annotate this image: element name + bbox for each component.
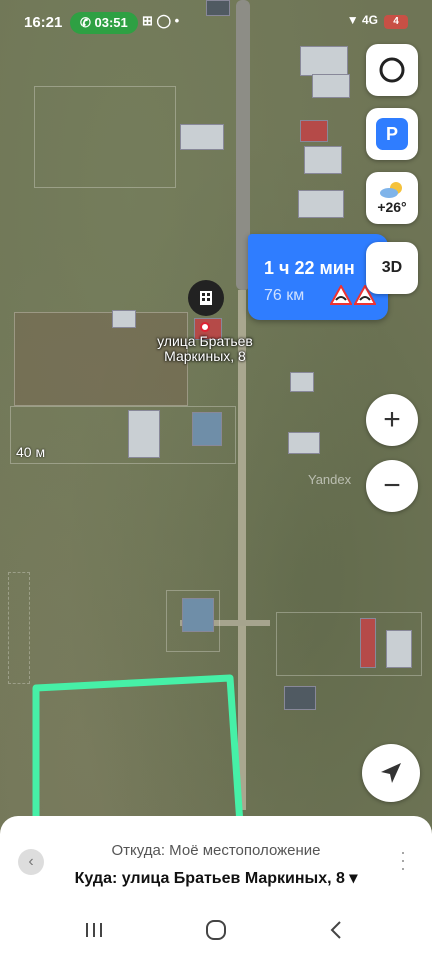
route-to[interactable]: Куда: улица Братьев Маркиных, 8 ▾ — [0, 868, 432, 888]
house — [300, 46, 348, 76]
house — [288, 432, 320, 454]
recent-apps-button[interactable] — [64, 910, 124, 950]
more-options-icon[interactable]: · · · — [400, 843, 406, 877]
parking-button[interactable]: P — [366, 108, 418, 160]
building-icon — [200, 291, 212, 305]
house — [112, 310, 136, 328]
weather-cloud-sun-icon — [380, 182, 402, 198]
home-button[interactable] — [186, 910, 246, 950]
house — [284, 686, 316, 710]
minus-icon: − — [383, 469, 401, 502]
scale-label: 40 м — [16, 444, 46, 460]
house — [312, 74, 350, 98]
home-icon — [206, 920, 226, 940]
my-location-button[interactable] — [362, 744, 420, 802]
house — [386, 630, 412, 668]
house — [180, 124, 224, 150]
system-navigation-bar — [0, 900, 432, 960]
alice-icon — [379, 57, 405, 83]
parking-icon: P — [376, 118, 408, 150]
route-duration: 1 ч 22 мин — [264, 258, 355, 278]
weather-button[interactable]: +26° — [366, 172, 418, 224]
notification-icons: ⊞ ◯ • — [142, 13, 180, 28]
tree-row — [8, 572, 30, 684]
house — [300, 120, 328, 142]
parking-label: P — [385, 123, 398, 144]
status-time: 16:21 — [24, 14, 63, 31]
address-line-2: Маркиных, 8 — [164, 348, 246, 364]
map-watermark: Yandex — [308, 472, 352, 487]
destination-point — [200, 322, 210, 332]
road-bump-warning-icon — [330, 285, 352, 305]
house — [128, 410, 160, 458]
destination-address-label: улица Братьев Маркиных, 8 — [140, 334, 270, 364]
field-plot — [34, 86, 176, 188]
call-timer: 03:51 — [94, 15, 128, 30]
status-bar: 16:21 ✆ 03:51 ⊞ ◯ • ▼ 4G 4 — [0, 0, 432, 44]
back-arrow-icon — [330, 921, 341, 939]
route-from[interactable]: Откуда: Моё местоположение — [0, 842, 432, 859]
recent-apps-icon — [86, 923, 102, 937]
battery-icon: 4 — [384, 15, 408, 29]
house — [192, 412, 222, 446]
destination-pin[interactable] — [188, 280, 224, 316]
house — [304, 146, 342, 174]
highlighted-area — [32, 674, 244, 830]
alice-assistant-button[interactable] — [366, 44, 418, 96]
house — [290, 372, 314, 392]
signal-icons: ▼ 4G — [346, 13, 378, 27]
call-timer-pill[interactable]: ✆ 03:51 — [70, 12, 138, 34]
phone-icon: ✆ — [80, 15, 95, 30]
back-nav-button[interactable] — [306, 910, 366, 950]
weather-temperature: +26° — [377, 199, 407, 215]
navigation-arrow-icon — [381, 763, 401, 783]
house — [182, 598, 214, 632]
route-distance: 76 км — [264, 287, 305, 304]
zoom-out-button[interactable]: − — [366, 460, 418, 512]
plus-icon: + — [383, 403, 401, 436]
3d-view-button[interactable]: 3D — [366, 242, 418, 294]
zoom-in-button[interactable]: + — [366, 394, 418, 446]
3d-label: 3D — [381, 259, 403, 276]
house — [298, 190, 344, 218]
house — [360, 618, 376, 668]
address-line-1: улица Братьев — [157, 333, 253, 349]
